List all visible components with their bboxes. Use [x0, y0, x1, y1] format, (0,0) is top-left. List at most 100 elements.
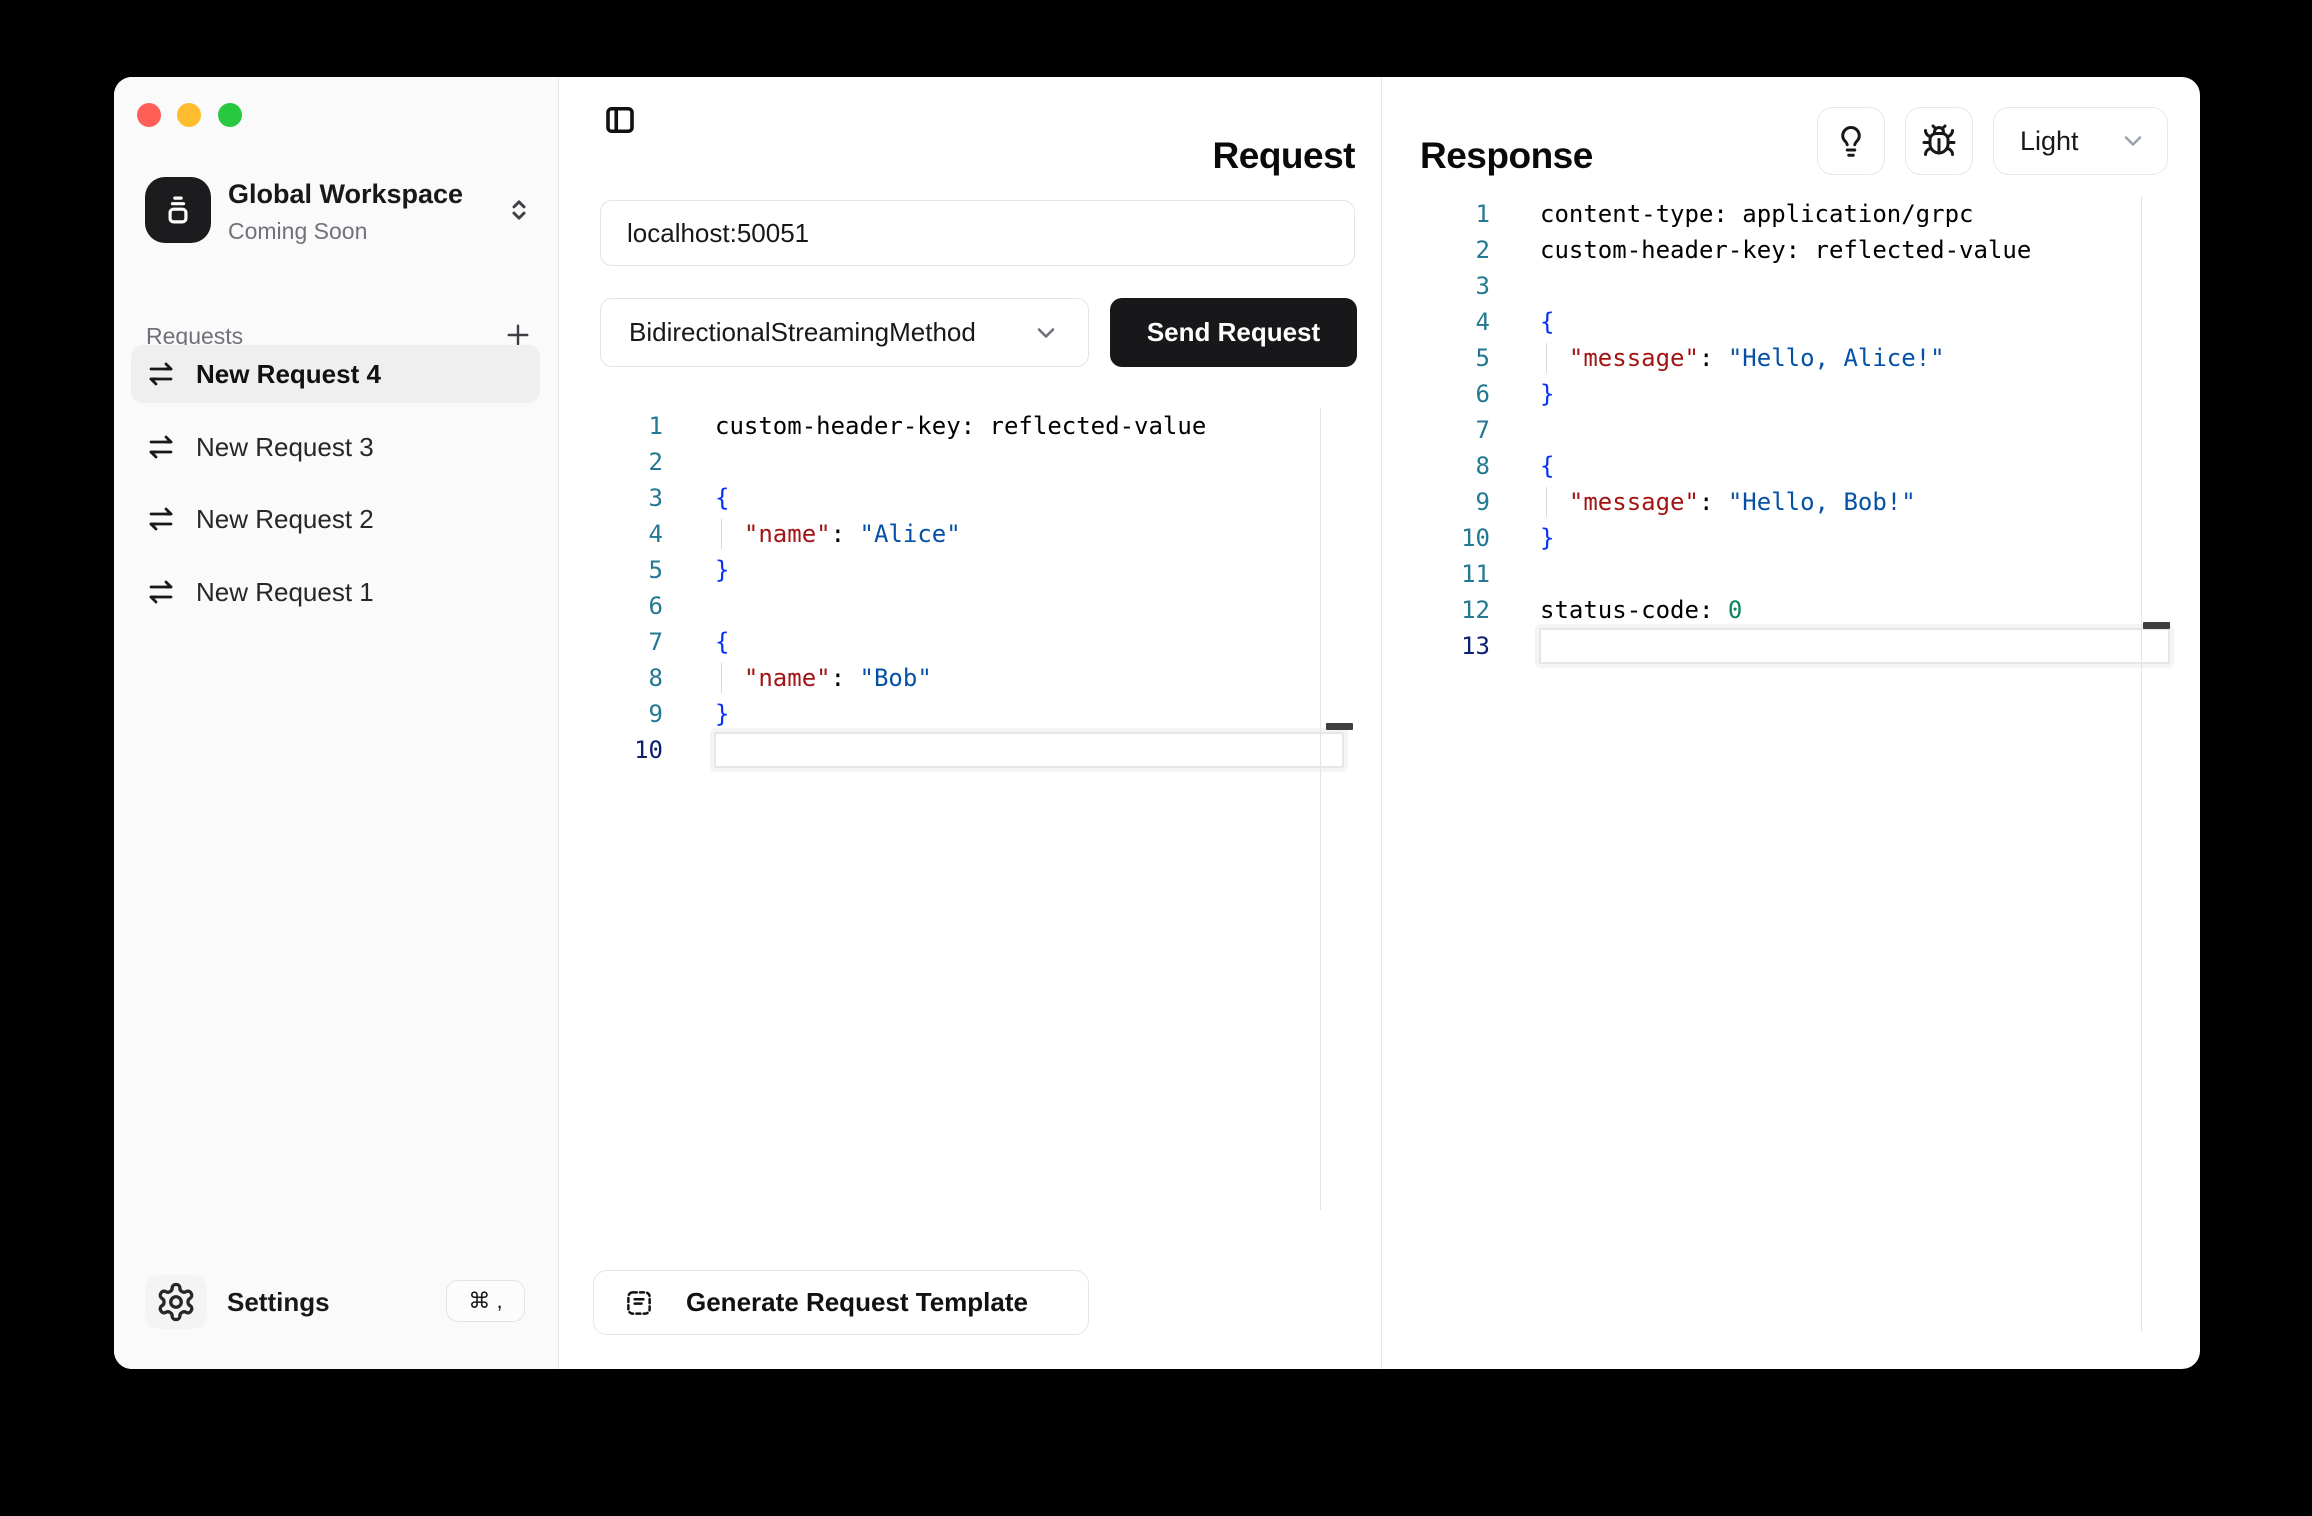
code-token: 0: [1728, 596, 1742, 624]
response-panel-title: Response: [1420, 135, 1593, 177]
generate-template-label: Generate Request Template: [686, 1287, 1028, 1318]
code-token: :: [831, 520, 860, 548]
code-line: {: [1540, 304, 1554, 340]
chevron-down-icon: [1032, 319, 1060, 347]
code-line: }: [715, 696, 729, 732]
gear-icon: [145, 1275, 207, 1329]
generate-template-button[interactable]: Generate Request Template: [593, 1270, 1089, 1335]
request-panel-title: Request: [1014, 135, 1355, 177]
code-token: "Alice": [860, 520, 961, 548]
line-number: 4: [563, 516, 663, 552]
line-number: 6: [1390, 376, 1490, 412]
code-token: {: [715, 484, 729, 512]
settings-button[interactable]: Settings: [227, 1287, 330, 1318]
sidebar-item-new-request-4[interactable]: New Request 4: [131, 345, 540, 403]
method-dropdown-value: BidirectionalStreamingMethod: [629, 317, 976, 348]
line-number: 6: [563, 588, 663, 624]
code-line: "name": "Alice": [715, 516, 961, 552]
theme-dropdown[interactable]: Light: [1993, 107, 2168, 175]
code-token: "Bob": [860, 664, 932, 692]
code-line: custom-header-key: reflected-value: [715, 408, 1206, 444]
code-token: "Hello, Alice!": [1728, 344, 1945, 372]
code-line: content-type: application/grpc: [1540, 196, 1973, 232]
code-token: "name": [744, 520, 831, 548]
code-line: custom-header-key: reflected-value: [1540, 232, 2031, 268]
line-number: 2: [563, 444, 663, 480]
debug-button[interactable]: [1905, 107, 1973, 175]
line-number: 8: [563, 660, 663, 696]
code-token: :: [1699, 344, 1728, 372]
close-button[interactable]: [137, 103, 161, 127]
code-line: }: [1540, 520, 1554, 556]
code-token: content-type: application/grpc: [1540, 200, 1973, 228]
swap-arrows-icon: [146, 577, 176, 607]
template-icon: [624, 1288, 654, 1318]
editor-scrollbar-track[interactable]: [1320, 408, 1321, 1210]
server-url-input[interactable]: [600, 200, 1355, 266]
code-token: :: [831, 664, 860, 692]
code-token: :: [1699, 488, 1728, 516]
code-token: {: [1540, 308, 1554, 336]
code-token: "message": [1569, 488, 1699, 516]
swap-arrows-icon: [146, 504, 176, 534]
current-line-highlight[interactable]: [1539, 628, 2170, 664]
sidebar-item-label: New Request 3: [196, 432, 374, 463]
code-token: {: [715, 628, 729, 656]
code-line: }: [715, 552, 729, 588]
lightbulb-icon: [1833, 123, 1869, 159]
line-number: 9: [1390, 484, 1490, 520]
line-number: 2: [1390, 232, 1490, 268]
line-number: 13: [1390, 628, 1490, 664]
sidebar-item-new-request-2[interactable]: New Request 2: [131, 490, 540, 548]
line-number: 3: [1390, 268, 1490, 304]
desktop-background: Global Workspace Coming Soon Requests: [0, 0, 2312, 1516]
workspace-subtitle: Coming Soon: [228, 218, 367, 245]
code-line: {: [715, 624, 729, 660]
settings-shortcut-badge: ⌘ ,: [446, 1280, 525, 1322]
toggle-sidebar-button[interactable]: [598, 98, 642, 142]
chevrons-up-down-icon: [504, 195, 534, 225]
code-token: }: [715, 700, 729, 728]
code-line: status-code: 0: [1540, 592, 1742, 628]
sidebar-item-label: New Request 1: [196, 577, 374, 608]
send-request-label: Send Request: [1147, 317, 1320, 348]
zoom-button[interactable]: [218, 103, 242, 127]
current-line-highlight[interactable]: [714, 732, 1344, 768]
sidebar-item-label: New Request 4: [196, 359, 381, 390]
code-token: {: [1540, 452, 1554, 480]
code-token: [1540, 344, 1569, 372]
scrollbar-cursor-marker: [1326, 723, 1353, 730]
line-number: 7: [1390, 412, 1490, 448]
sidebar-item-new-request-1[interactable]: New Request 1: [131, 563, 540, 621]
sidebar-item-label: New Request 2: [196, 504, 374, 535]
code-token: "name": [744, 664, 831, 692]
code-line: }: [1540, 376, 1554, 412]
line-number: 11: [1390, 556, 1490, 592]
code-line: "message": "Hello, Bob!": [1540, 484, 1916, 520]
code-token: [715, 664, 744, 692]
send-request-button[interactable]: Send Request: [1110, 298, 1357, 367]
line-number: 5: [563, 552, 663, 588]
line-number: 7: [563, 624, 663, 660]
panel-divider: [1381, 77, 1382, 1369]
swap-arrows-icon: [146, 432, 176, 462]
line-number: 10: [1390, 520, 1490, 556]
code-token: "Hello, Bob!": [1728, 488, 1916, 516]
code-token: [715, 520, 744, 548]
editor-scrollbar-track[interactable]: [2141, 196, 2142, 1332]
lightbulb-button[interactable]: [1817, 107, 1885, 175]
minimize-button[interactable]: [177, 103, 201, 127]
sidebar-item-new-request-3[interactable]: New Request 3: [131, 418, 540, 476]
line-number: 8: [1390, 448, 1490, 484]
scrollbar-cursor-marker: [2143, 622, 2170, 629]
line-number: 9: [563, 696, 663, 732]
code-line: "name": "Bob": [715, 660, 932, 696]
code-token: }: [1540, 380, 1554, 408]
code-line: {: [715, 480, 729, 516]
method-dropdown[interactable]: BidirectionalStreamingMethod: [600, 298, 1089, 367]
code-token: [1540, 488, 1569, 516]
line-number: 12: [1390, 592, 1490, 628]
code-token: custom-header-key: reflected-value: [1540, 236, 2031, 264]
code-line: {: [1540, 448, 1554, 484]
line-number: 4: [1390, 304, 1490, 340]
